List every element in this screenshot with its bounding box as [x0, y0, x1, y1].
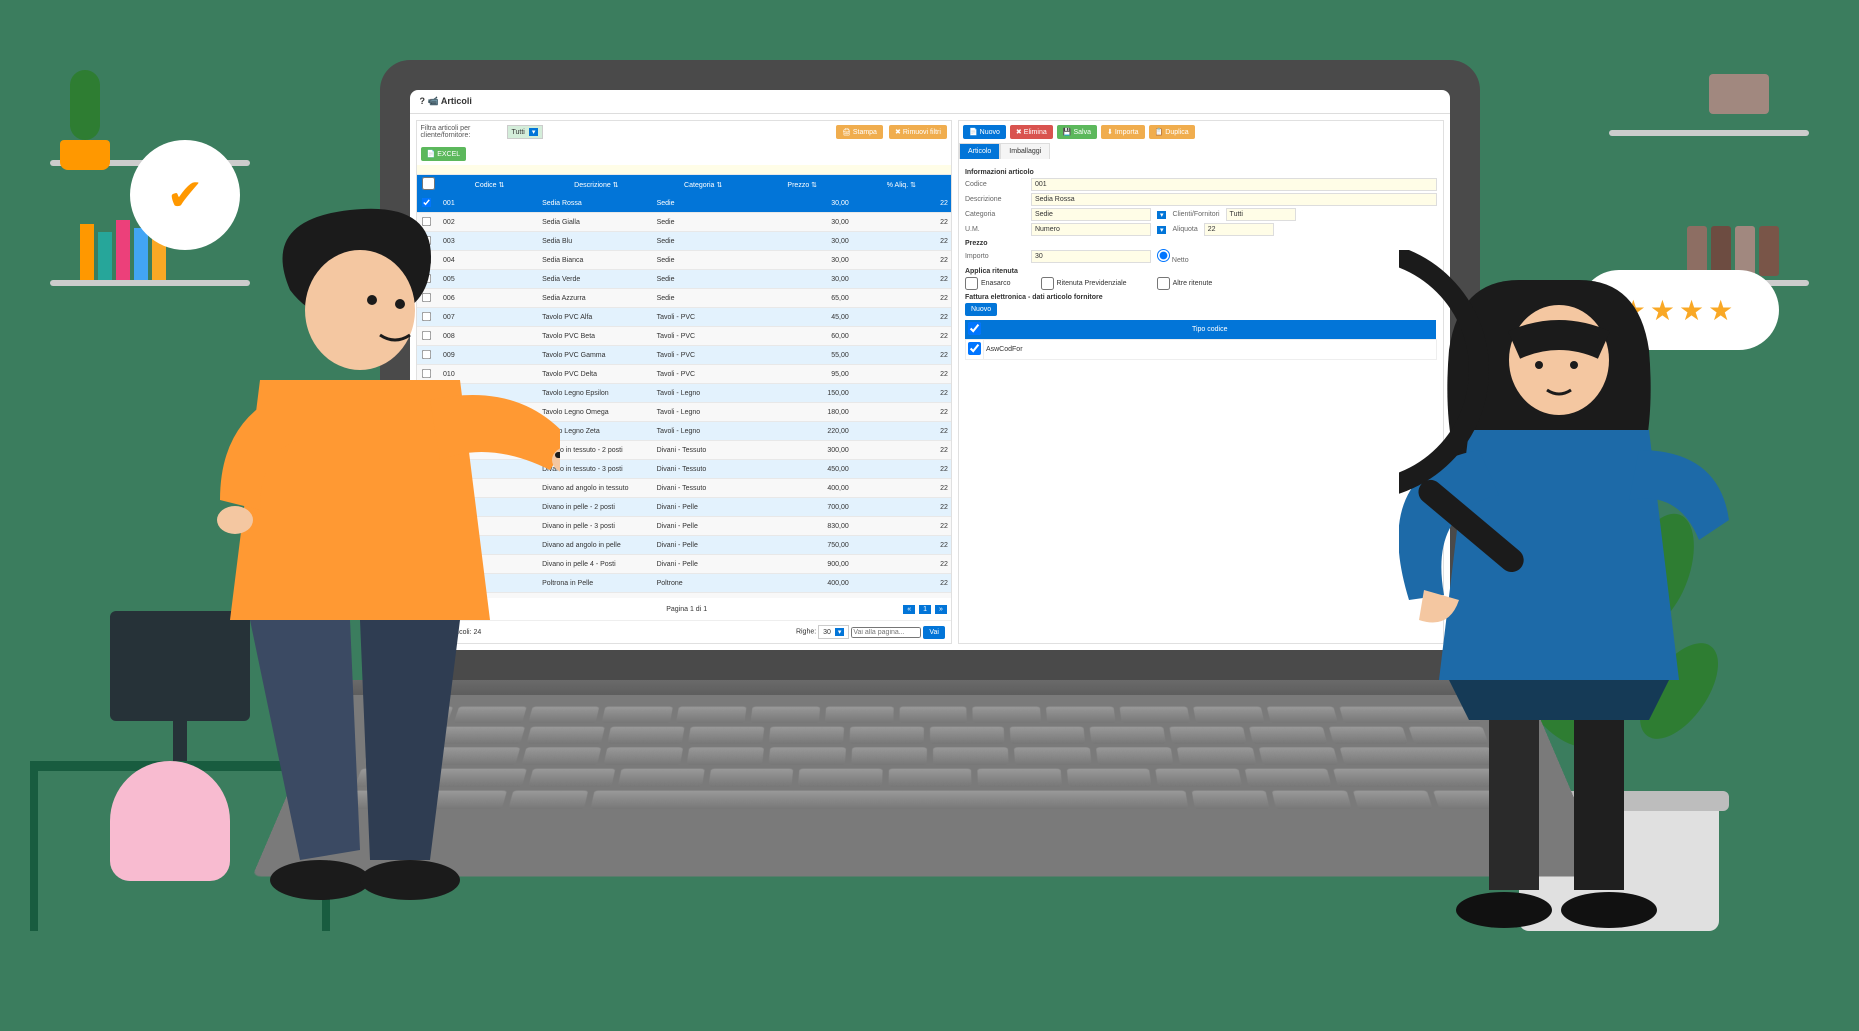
- righe-label: Righe:: [796, 629, 816, 636]
- video-icon[interactable]: 📹: [428, 96, 441, 106]
- righe-select[interactable]: 30▾: [818, 625, 849, 639]
- search-aliq[interactable]: [853, 167, 950, 173]
- col-header[interactable]: Prezzo ⇅: [753, 175, 852, 195]
- chevron-down-icon[interactable]: ▾: [1157, 226, 1167, 234]
- fe-nuovo-button[interactable]: Nuovo: [965, 303, 997, 316]
- col-header[interactable]: Categoria ⇅: [654, 175, 753, 195]
- fe-row-value[interactable]: AswCodFor: [983, 340, 1436, 360]
- pager-prev[interactable]: «: [903, 605, 915, 614]
- salva-button[interactable]: 💾 Salva: [1057, 125, 1097, 139]
- check-icon: ✔: [167, 170, 204, 221]
- page-title: Articoli: [441, 96, 472, 106]
- pager-next[interactable]: »: [935, 605, 947, 614]
- app-header: ? 📹 Articoli: [410, 90, 1450, 114]
- tab-imballaggi[interactable]: Imballaggi: [1000, 143, 1050, 159]
- help-icon[interactable]: ?: [420, 96, 428, 106]
- descrizione-input[interactable]: Sedia Rossa: [1031, 193, 1437, 206]
- person-man: [200, 200, 460, 920]
- search-codice[interactable]: [441, 167, 538, 173]
- fe-table: Tipo codice AswCodFor: [965, 320, 1437, 360]
- nuovo-button[interactable]: 📄 Nuovo: [963, 125, 1006, 139]
- filter-label: Filtra articoli per cliente/fornitore:: [421, 125, 501, 139]
- um-select[interactable]: Numero: [1031, 223, 1151, 236]
- col-header[interactable]: Codice ⇅: [440, 175, 539, 195]
- cactus: [70, 70, 110, 170]
- section-fe: Fattura elettronica - dati articolo forn…: [965, 294, 1437, 301]
- netto-radio[interactable]: Netto: [1157, 249, 1217, 264]
- col-header[interactable]: Descrizione ⇅: [539, 175, 653, 195]
- vai-button[interactable]: Vai: [923, 626, 945, 639]
- section-prezzo: Prezzo: [965, 240, 1437, 247]
- pager-page[interactable]: 1: [919, 605, 931, 614]
- col-header[interactable]: [417, 175, 441, 195]
- previdenziale-check[interactable]: Ritenuta Previdenziale: [1041, 277, 1127, 290]
- col-header[interactable]: % Aliq. ⇅: [852, 175, 951, 195]
- importa-button[interactable]: ⬇ Importa: [1101, 125, 1145, 139]
- fe-row-check[interactable]: [968, 342, 981, 355]
- section-ritenuta: Applica ritenuta: [965, 268, 1437, 275]
- elimina-button[interactable]: ✖ Elimina: [1010, 125, 1053, 139]
- section-info: Informazioni articolo: [965, 169, 1437, 176]
- excel-button[interactable]: 📄 EXCEL: [421, 147, 467, 161]
- categoria-select[interactable]: Sedie: [1031, 208, 1151, 221]
- codice-input[interactable]: 001: [1031, 178, 1437, 191]
- enasarco-check[interactable]: Enasarco: [965, 277, 1011, 290]
- goto-input[interactable]: [851, 627, 921, 638]
- shelf-right-1: [1609, 130, 1809, 136]
- search-categoria[interactable]: [655, 167, 752, 173]
- aliquota-input[interactable]: 22: [1204, 223, 1274, 236]
- rimuovi-filtri-button[interactable]: ✖ Rimuovi filtri: [889, 125, 947, 139]
- chevron-down-icon[interactable]: ▾: [1157, 211, 1167, 219]
- cliente-fornitori-select[interactable]: Tutti: [1226, 208, 1296, 221]
- importo-input[interactable]: 30: [1031, 250, 1151, 263]
- altre-check[interactable]: Altre ritenute: [1157, 277, 1213, 290]
- stampa-button[interactable]: 🖨 Stampa: [836, 125, 883, 139]
- filter-select[interactable]: Tutti▾: [507, 125, 544, 139]
- folders: [1709, 74, 1789, 114]
- search-descrizione[interactable]: [540, 167, 652, 173]
- search-prezzo[interactable]: [754, 167, 851, 173]
- person-woman: [1399, 250, 1659, 950]
- duplica-button[interactable]: 📋 Duplica: [1149, 125, 1195, 139]
- tab-articolo[interactable]: Articolo: [959, 143, 1000, 159]
